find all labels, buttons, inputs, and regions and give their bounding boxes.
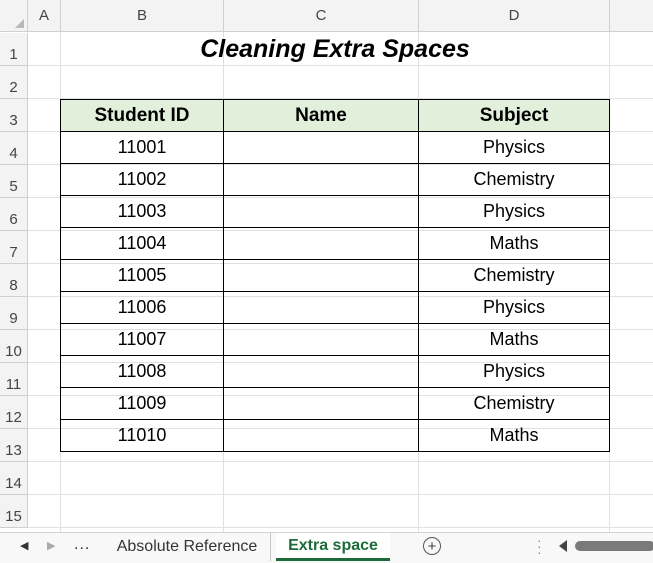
tab-extra-space[interactable]: Extra space <box>276 533 390 561</box>
row-header-9[interactable]: 9 <box>0 297 28 330</box>
cell-subject[interactable]: Chemistry <box>418 259 610 292</box>
cell-student-id[interactable]: 11007 <box>60 323 224 356</box>
table-row: 11009 Chemistry <box>60 387 610 420</box>
cell-student-id[interactable]: 11005 <box>60 259 224 292</box>
row-header-1[interactable]: 1 <box>0 33 28 66</box>
cell-subject[interactable]: Physics <box>418 131 610 164</box>
scroll-tabs-right-icon[interactable]: ▶ <box>47 539 55 552</box>
cell-name[interactable] <box>223 259 419 292</box>
header-student-id[interactable]: Student ID <box>60 99 224 132</box>
column-header-d[interactable]: D <box>419 0 610 32</box>
cell-subject[interactable]: Maths <box>418 323 610 356</box>
row-header-5[interactable]: 5 <box>0 165 28 198</box>
cell-student-id[interactable]: 11003 <box>60 195 224 228</box>
cell-name[interactable] <box>223 131 419 164</box>
select-all-corner[interactable] <box>0 0 28 32</box>
cell-name[interactable] <box>223 355 419 388</box>
table-row: 11010 Maths <box>60 419 610 452</box>
scroll-tabs-left-icon[interactable]: ◀ <box>20 539 28 552</box>
cell-student-id[interactable]: 11006 <box>60 291 224 324</box>
table-row: 11008 Physics <box>60 355 610 388</box>
table-row: 11007 Maths <box>60 323 610 356</box>
cell-name[interactable] <box>223 227 419 260</box>
cell-subject[interactable]: Chemistry <box>418 387 610 420</box>
column-header-e[interactable] <box>610 0 653 32</box>
cell-subject[interactable]: Physics <box>418 355 610 388</box>
cell-student-id[interactable]: 11001 <box>60 131 224 164</box>
table-row: 11001 Physics <box>60 131 610 164</box>
horizontal-scrollbar-thumb[interactable] <box>575 541 653 551</box>
cell-student-id[interactable]: 11004 <box>60 227 224 260</box>
row-header-10[interactable]: 10 <box>0 330 28 363</box>
tab-absolute-reference[interactable]: Absolute Reference <box>104 533 271 561</box>
table-row: 11003 Physics <box>60 195 610 228</box>
cell-subject[interactable]: Physics <box>418 195 610 228</box>
scroll-left-icon[interactable] <box>559 540 567 552</box>
more-sheets-button[interactable]: ... <box>74 536 90 554</box>
row-header-4[interactable]: 4 <box>0 132 28 165</box>
column-header-b[interactable]: B <box>61 0 224 32</box>
sheet-title[interactable]: Cleaning Extra Spaces <box>61 33 609 66</box>
cell-subject[interactable]: Maths <box>418 419 610 452</box>
header-name[interactable]: Name <box>223 99 419 132</box>
row-header-2[interactable]: 2 <box>0 66 28 99</box>
worksheet[interactable]: A B C D 1 2 3 4 5 6 7 8 9 10 11 12 13 14 15 Cleaning E… <box>0 0 653 532</box>
cell-subject[interactable]: Maths <box>418 227 610 260</box>
cell-name[interactable] <box>223 163 419 196</box>
add-sheet-icon[interactable]: + <box>423 537 441 555</box>
student-table: Student ID Name Subject 11001 Physics 1100… <box>60 99 610 452</box>
select-all-triangle-icon <box>15 19 24 28</box>
table-header-row: Student ID Name Subject <box>60 99 610 132</box>
cell-subject[interactable]: Chemistry <box>418 163 610 196</box>
row-header-12[interactable]: 12 <box>0 396 28 429</box>
cell-name[interactable] <box>223 291 419 324</box>
table-row: 11006 Physics <box>60 291 610 324</box>
column-header-c[interactable]: C <box>224 0 419 32</box>
cell-name[interactable] <box>223 323 419 356</box>
row-header-8[interactable]: 8 <box>0 264 28 297</box>
row-header-14[interactable]: 14 <box>0 462 28 495</box>
row-header-6[interactable]: 6 <box>0 198 28 231</box>
row-header-3[interactable]: 3 <box>0 99 28 132</box>
splitter-handle-icon[interactable]: · · · <box>537 533 542 559</box>
table-row: 11004 Maths <box>60 227 610 260</box>
table-row: 11005 Chemistry <box>60 259 610 292</box>
cell-name[interactable] <box>223 419 419 452</box>
cell-student-id[interactable]: 11002 <box>60 163 224 196</box>
row-header-15[interactable]: 15 <box>0 495 28 528</box>
cell-name[interactable] <box>223 195 419 228</box>
column-header-a[interactable]: A <box>28 0 61 32</box>
cell-name[interactable] <box>223 387 419 420</box>
sheet-tab-bar: ◀ ▶ ... Absolute Reference Extra space +… <box>0 532 653 563</box>
cell-student-id[interactable]: 11009 <box>60 387 224 420</box>
cell-student-id[interactable]: 11010 <box>60 419 224 452</box>
table-row: 11002 Chemistry <box>60 163 610 196</box>
row-header-7[interactable]: 7 <box>0 231 28 264</box>
row-header-11[interactable]: 11 <box>0 363 28 396</box>
header-subject[interactable]: Subject <box>418 99 610 132</box>
cell-student-id[interactable]: 11008 <box>60 355 224 388</box>
cell-subject[interactable]: Physics <box>418 291 610 324</box>
row-header-13[interactable]: 13 <box>0 429 28 462</box>
